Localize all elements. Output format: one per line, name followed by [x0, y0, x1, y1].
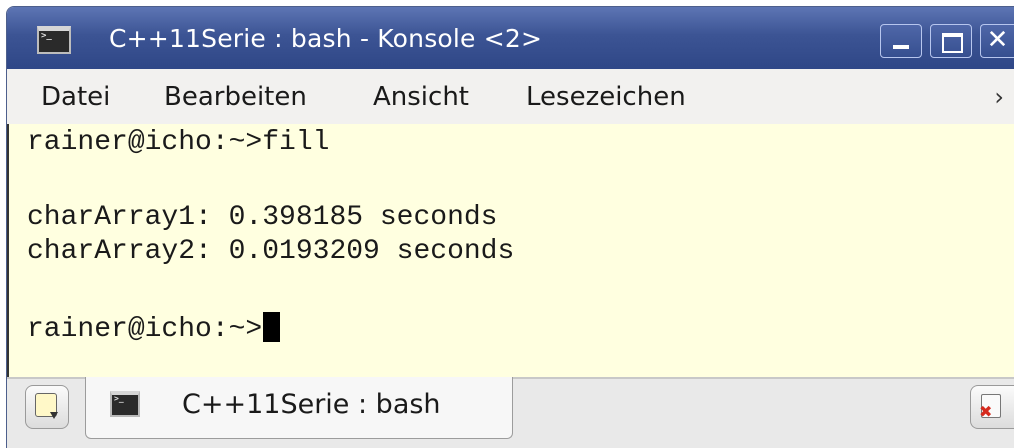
- terminal-prompt-line: rainer@icho:~>: [27, 312, 281, 347]
- terminal-output[interactable]: rainer@icho:~>fill charArray1: 0.398185 …: [7, 124, 1014, 377]
- title-bar[interactable]: >_ C++11Serie : bash - Konsole <2> ✕: [7, 7, 1014, 69]
- tab-icon-glyph: >_: [114, 394, 124, 403]
- terminal-line-3: charArray1: 0.398185 seconds: [27, 202, 498, 233]
- close-button[interactable]: ✕: [980, 24, 1014, 58]
- konsole-window: >_ C++11Serie : bash - Konsole <2> ✕ Dat…: [6, 6, 1014, 448]
- menu-bar: Datei Bearbeiten Ansicht Lesezeichen ›: [7, 69, 1014, 124]
- new-tab-button[interactable]: [25, 385, 69, 429]
- menu-lesezeichen[interactable]: Lesezeichen: [526, 82, 686, 112]
- terminal-prompt: rainer@icho:~>: [27, 314, 263, 345]
- maximize-button[interactable]: [930, 24, 972, 58]
- menu-overflow-chevron-icon[interactable]: ›: [994, 83, 1004, 111]
- terminal-icon: >_: [110, 391, 140, 417]
- app-icon-glyph: >_: [41, 31, 52, 41]
- minimize-button[interactable]: [880, 24, 922, 58]
- text-cursor: [263, 312, 281, 342]
- menu-bearbeiten[interactable]: Bearbeiten: [164, 82, 307, 112]
- terminal-line-1: rainer@icho:~>fill: [27, 127, 330, 158]
- menu-ansicht[interactable]: Ansicht: [373, 82, 469, 112]
- terminal-app-icon[interactable]: >_: [37, 26, 71, 54]
- tab-bash[interactable]: >_ C++11Serie : bash: [85, 377, 513, 439]
- tab-label: C++11Serie : bash: [182, 389, 441, 420]
- tab-bar: >_ C++11Serie : bash: [7, 377, 1014, 448]
- window-title: C++11Serie : bash - Konsole <2>: [109, 24, 543, 53]
- close-tab-button[interactable]: [970, 385, 1014, 429]
- menu-datei[interactable]: Datei: [41, 82, 110, 112]
- terminal-line-4: charArray2: 0.0193209 seconds: [27, 236, 515, 267]
- window-controls: ✕: [872, 24, 1014, 58]
